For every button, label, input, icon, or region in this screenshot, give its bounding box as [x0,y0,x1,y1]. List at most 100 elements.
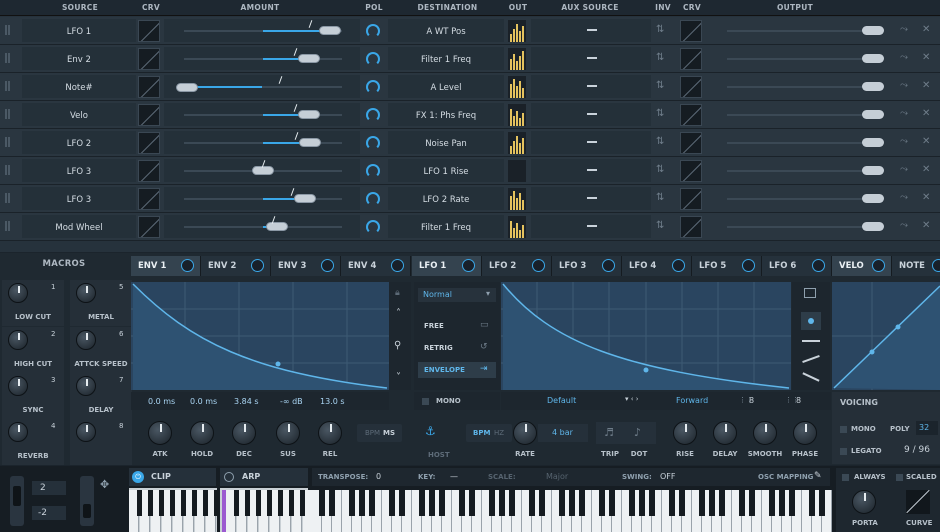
destination-cell[interactable]: LFO 1 Rise [388,159,504,182]
tab-env-mod-icon[interactable] [391,259,404,272]
black-key[interactable] [819,490,825,516]
anchor-icon[interactable]: ⚓︎ [425,424,436,438]
aux-source-cell[interactable] [531,47,651,70]
env-value[interactable]: 0.0 ms [190,397,217,406]
bypass-icon[interactable]: ⤳ [900,108,908,119]
zoom-icon[interactable]: ⚲ [394,340,401,351]
black-key[interactable] [629,490,635,516]
tab-right-1[interactable]: NOTE [892,256,940,276]
amount-cell[interactable] [164,19,360,42]
macro-knob[interactable] [76,330,96,350]
aux-curve-icon[interactable] [680,104,702,126]
macro-knob[interactable] [76,422,96,442]
amount-cell[interactable] [164,75,360,98]
pitch-down-field[interactable]: -2 [32,506,66,520]
chevron-up-icon[interactable]: ˄ [396,308,401,319]
bypass-icon[interactable]: ⤳ [900,136,908,147]
arp-black-key[interactable] [245,490,250,516]
tab-right-mod-icon[interactable] [872,259,885,272]
shape-dropdown-icon[interactable]: ▾ ‹ › [625,395,639,403]
triplet-note-icon[interactable]: ♬ [604,426,614,439]
black-key[interactable] [539,490,545,516]
tab-lfo-mod-icon[interactable] [742,259,755,272]
lfo-knob[interactable] [673,421,697,445]
lfo-knob[interactable] [713,421,737,445]
invert-arrows-icon[interactable]: ⇅ [656,108,664,119]
amount-handle[interactable] [297,110,320,119]
always-checkbox[interactable] [842,474,849,481]
remove-icon[interactable]: ✕ [922,136,930,147]
black-key[interactable] [789,490,795,516]
pencil-icon[interactable]: ✎ [814,471,822,481]
tab-env-3[interactable]: ENV 4 [341,256,411,276]
invert-arrows-icon[interactable]: ⇅ [656,52,664,63]
tab-env-1[interactable]: ENV 2 [201,256,271,276]
lock-icon[interactable]: 🔒︎ [395,288,400,298]
env-value[interactable]: 3.84 s [234,397,259,406]
tab-env-2[interactable]: ENV 3 [271,256,341,276]
aux-source-cell[interactable] [531,75,651,98]
amount-cell[interactable] [164,103,360,126]
black-key[interactable] [429,490,435,516]
black-key[interactable] [639,490,645,516]
curve-icon[interactable] [138,48,160,70]
black-key[interactable] [749,490,755,516]
clip-black-key[interactable] [181,490,186,516]
aux-source-cell[interactable] [531,103,651,126]
tab-lfo-mod-icon[interactable] [532,259,545,272]
amount-handle[interactable] [297,54,320,63]
black-key[interactable] [739,490,745,516]
bypass-icon[interactable]: ⤳ [900,52,908,63]
curve-icon[interactable] [138,160,160,182]
amount-cell[interactable] [164,215,360,238]
swing-value[interactable]: OFF [660,472,676,481]
curve-icon[interactable] [138,216,160,238]
curve-icon[interactable] [138,132,160,154]
tab-env-mod-icon[interactable] [181,259,194,272]
lfo-rate-display[interactable]: 4 bar [538,424,588,442]
tab-lfo-1[interactable]: LFO 2 [482,256,552,276]
tab-right-0[interactable]: VELO [832,256,892,276]
aux-source-cell[interactable] [531,215,651,238]
tab-env-0[interactable]: ENV 1 [131,256,201,276]
lfo-knob[interactable] [753,421,777,445]
amount-handle[interactable] [319,26,342,35]
black-key[interactable] [509,490,515,516]
source-cell[interactable]: Env 2 [22,47,136,70]
poly-count-field[interactable]: 32 [916,421,938,435]
remove-icon[interactable]: ✕ [922,24,930,35]
output-handle[interactable] [862,110,884,119]
source-cell[interactable]: LFO 2 [22,131,136,154]
output-handle[interactable] [862,138,884,147]
bypass-icon[interactable]: ⤳ [900,24,908,35]
tab-env-mod-icon[interactable] [251,259,264,272]
polarity-icon[interactable] [366,80,380,94]
destination-cell[interactable]: Filter 1 Freq [388,215,504,238]
invert-arrows-icon[interactable]: ⇅ [656,192,664,203]
amount-handle[interactable] [176,83,198,92]
arp-black-key[interactable] [300,490,305,516]
tab-lfo-4[interactable]: LFO 5 [692,256,762,276]
env-value[interactable]: -∞ dB [280,397,303,406]
scale-value[interactable]: Major [546,472,568,481]
polarity-icon[interactable] [366,136,380,150]
velo-graph[interactable] [832,282,940,390]
black-key[interactable] [599,490,605,516]
black-key[interactable] [389,490,395,516]
env-knob[interactable] [318,421,342,445]
lfo-bpm-hz-toggle[interactable]: BPM HZ [466,424,512,442]
aux-source-cell[interactable] [531,19,651,42]
black-key[interactable] [359,490,365,516]
black-key[interactable] [459,490,465,516]
transpose-value[interactable]: 0 [376,472,381,481]
polarity-icon[interactable] [366,192,380,206]
output-handle[interactable] [862,82,884,91]
black-key[interactable] [529,490,535,516]
mod-wheel[interactable] [80,476,94,526]
lfo-shape-select[interactable]: Default [547,396,576,405]
remove-icon[interactable]: ✕ [922,52,930,63]
clip-black-key[interactable] [148,490,153,516]
tab-lfo-mod-icon[interactable] [672,259,685,272]
bypass-icon[interactable]: ⤳ [900,220,908,231]
aux-curve-icon[interactable] [680,48,702,70]
